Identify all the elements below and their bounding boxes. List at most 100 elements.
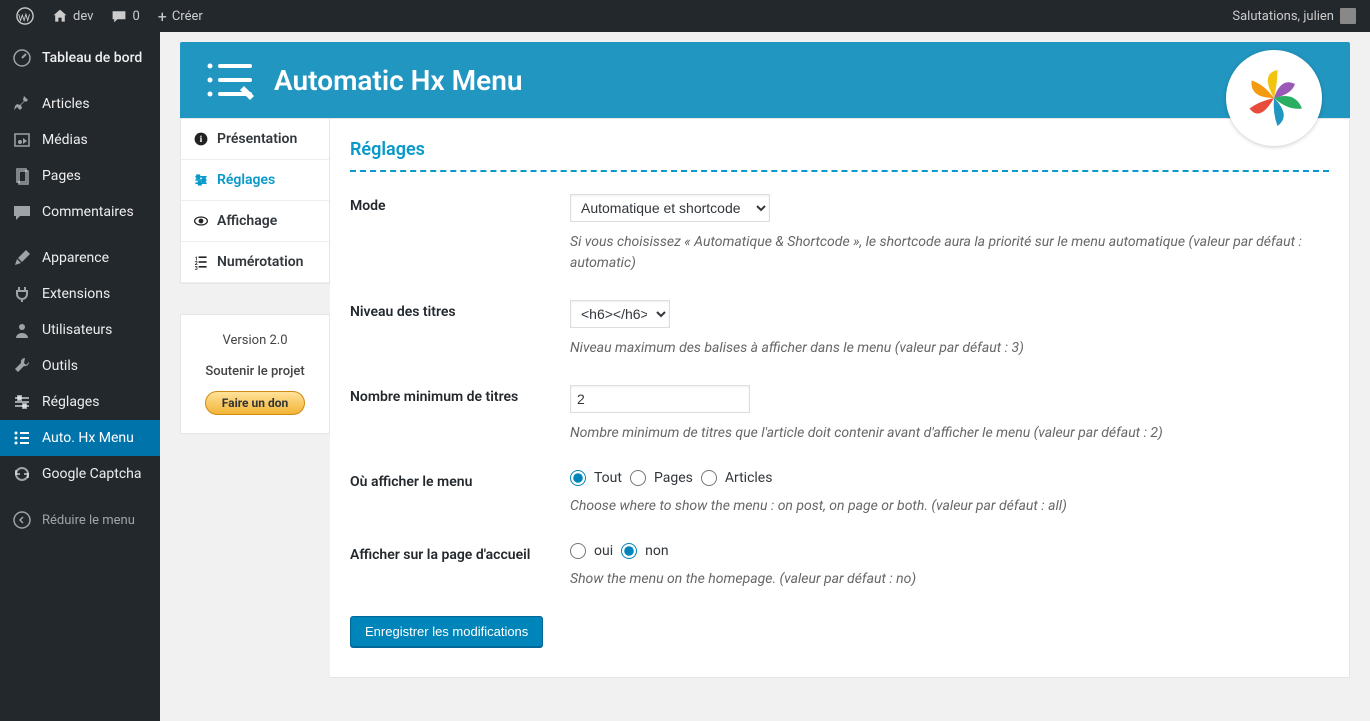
media-icon [12, 130, 32, 150]
sidebar-item-label: Google Captcha [42, 466, 142, 482]
sidebar-item-label: Commentaires [42, 204, 134, 220]
pinwheel-icon [1239, 63, 1309, 133]
create-link[interactable]: + Créer [150, 0, 211, 32]
home-radio-yes[interactable] [570, 543, 586, 559]
user-icon [12, 320, 32, 340]
version-text: Version 2.0 [189, 333, 321, 348]
where-radio-all[interactable] [570, 470, 586, 486]
home-help: Show the menu on the homepage. (valeur p… [570, 569, 1329, 590]
tabs-column: iPrésentationRéglagesAffichage123Numérot… [180, 118, 330, 678]
where-opt-pages: Pages [654, 470, 693, 486]
where-label: Où afficher le menu [350, 470, 570, 517]
where-opt-posts: Articles [725, 470, 773, 486]
sidebar-item-label: Extensions [42, 286, 110, 302]
admin-sidebar: Tableau de bord Articles Médias Pages Commen… [0, 32, 160, 721]
brush-icon [12, 248, 32, 268]
eye-icon [193, 213, 209, 229]
level-label: Niveau des titres [350, 300, 570, 359]
avatar [1340, 8, 1356, 24]
adminbar-right[interactable]: Salutations, julien [1232, 8, 1362, 24]
wp-logo[interactable] [8, 0, 42, 32]
sidebar-item-plugins[interactable]: Extensions [0, 276, 160, 312]
level-help: Niveau maximum des balises à afficher da… [570, 338, 1329, 359]
home-icon [52, 8, 68, 24]
comment-icon [12, 202, 32, 222]
tab-affichage[interactable]: Affichage [181, 201, 329, 242]
field-where: Où afficher le menu Tout Pages Articles … [350, 470, 1329, 517]
adminbar-left: dev 0 + Créer [8, 0, 211, 32]
sidebar-item-label: Auto. Hx Menu [42, 430, 134, 446]
sidebar-item-label: Outils [42, 358, 78, 374]
tab-label: Présentation [217, 131, 297, 147]
sidebar-item-comments[interactable]: Commentaires [0, 194, 160, 230]
plug-icon [12, 284, 32, 304]
support-project-text: Soutenir le projet [189, 364, 321, 379]
plus-icon: + [158, 7, 167, 26]
tab-label: Numérotation [217, 254, 304, 270]
wrench-icon [12, 356, 32, 376]
section-title: Réglages [350, 139, 1329, 172]
sidebar-item-label: Réglages [42, 394, 99, 410]
sidebar-item-appearance[interactable]: Apparence [0, 240, 160, 276]
support-box: Version 2.0 Soutenir le projet Faire un … [180, 314, 330, 434]
captcha-icon [12, 464, 32, 484]
tab-presentation[interactable]: i Présentation [181, 119, 329, 160]
sidebar-item-settings[interactable]: Réglages [0, 384, 160, 420]
field-mode: Mode Automatique et shortcode Si vous ch… [350, 194, 1329, 274]
create-label: Créer [172, 9, 203, 24]
settings-panel: Réglages Mode Automatique et shortcode S… [330, 118, 1350, 678]
admin-bar: dev 0 + Créer Salutations, julien [0, 0, 1370, 32]
mode-help: Si vous choisissez « Automatique & Short… [570, 232, 1329, 274]
sidebar-item-users[interactable]: Utilisateurs [0, 312, 160, 348]
plugin-header: Automatic Hx Menu [180, 42, 1350, 118]
sidebar-item-hxmenu[interactable]: Auto. Hx Menu [0, 420, 160, 456]
tab-label: Réglages [217, 172, 275, 188]
field-min: Nombre minimum de titres Nombre minimum … [350, 385, 1329, 444]
plugin-header-icon [202, 58, 258, 102]
mode-select[interactable]: Automatique et shortcode [570, 194, 770, 222]
site-name-link[interactable]: dev [44, 0, 101, 32]
field-level: Niveau des titres <h6></h6> Niveau maxim… [350, 300, 1329, 359]
sidebar-item-label: Articles [42, 96, 90, 112]
sidebar-item-pages[interactable]: Pages [0, 158, 160, 194]
where-radio-posts[interactable] [701, 470, 717, 486]
sliders-icon [12, 392, 32, 412]
mode-label: Mode [350, 194, 570, 274]
dashboard-icon [12, 48, 32, 68]
svg-text:3: 3 [195, 266, 198, 270]
plugin-brand-logo [1226, 50, 1322, 146]
comment-count: 0 [132, 9, 139, 24]
where-radio-pages[interactable] [630, 470, 646, 486]
sidebar-item-posts[interactable]: Articles [0, 86, 160, 122]
home-radio-no[interactable] [621, 543, 637, 559]
sidebar-item-label: Apparence [42, 250, 109, 266]
tab-label: Affichage [217, 213, 277, 229]
home-opt-yes: oui [594, 543, 613, 559]
tab-reglages[interactable]: Réglages [181, 160, 329, 201]
sidebar-item-tools[interactable]: Outils [0, 348, 160, 384]
save-button[interactable]: Enregistrer les modifications [350, 616, 543, 647]
settings-icon [193, 172, 209, 188]
min-input[interactable] [570, 385, 750, 413]
sidebar-item-collapse[interactable]: Réduire le menu [0, 502, 160, 538]
home-opt-no: non [645, 543, 668, 559]
sidebar-item-label: Médias [42, 132, 88, 148]
tabs-box: iPrésentationRéglagesAffichage123Numérot… [180, 118, 330, 284]
tab-numerotation[interactable]: 123Numérotation [181, 242, 329, 283]
info-icon: i [193, 131, 209, 147]
svg-text:i: i [200, 134, 203, 145]
comments-link[interactable]: 0 [103, 0, 147, 32]
sidebar-item-label: Pages [42, 168, 81, 184]
collapse-icon [12, 510, 32, 530]
home-label: Afficher sur la page d'accueil [350, 543, 570, 590]
pages-icon [12, 166, 32, 186]
level-select[interactable]: <h6></h6> [570, 300, 670, 328]
sidebar-item-dashboard[interactable]: Tableau de bord [0, 40, 160, 76]
site-name-text: dev [73, 9, 93, 24]
where-opt-all: Tout [594, 470, 622, 486]
wordpress-icon [16, 7, 34, 25]
sidebar-item-media[interactable]: Médias [0, 122, 160, 158]
sidebar-item-captcha[interactable]: Google Captcha [0, 456, 160, 492]
sidebar-item-label: Réduire le menu [42, 513, 135, 528]
donate-button[interactable]: Faire un don [205, 391, 305, 415]
